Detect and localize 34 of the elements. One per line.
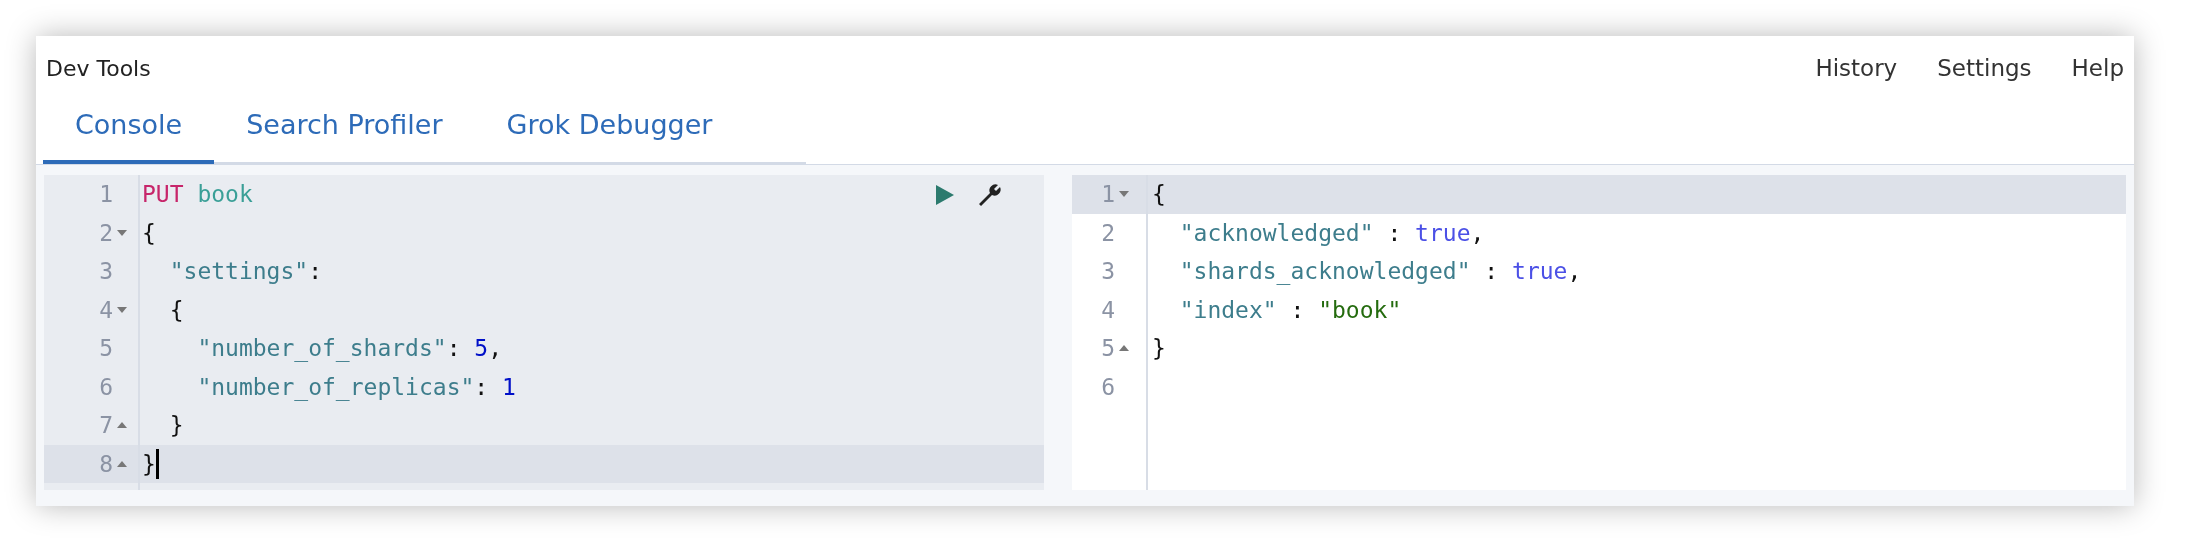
line-number: 3 (1101, 258, 1115, 285)
line-number: 3 (99, 258, 113, 285)
line-number: 1 (99, 181, 113, 208)
line-number: 2 (1101, 219, 1115, 246)
code-line: "number_of_shards": 5, (196, 335, 503, 362)
code-line: "index" : "book" (1178, 296, 1402, 323)
code-line: PUT book (141, 181, 253, 208)
line-number: 6 (99, 373, 113, 400)
line-number: 6 (1101, 373, 1115, 400)
request-editor[interactable]: 1 PUT book 2 { 3 "settings": 4 { 5 "number_of_shards": 5, 6 "number_of_replicas": 1 7 } 8 } (44, 175, 1044, 490)
header-link[interactable]: History (1815, 55, 1898, 81)
line-number: 5 (1101, 335, 1115, 362)
code-line: { (1151, 181, 1166, 208)
code-line: "settings": (168, 258, 323, 285)
code-line: "number_of_replicas": 1 (196, 373, 516, 400)
code-line: } (141, 450, 156, 477)
code-line: "shards_acknowledged" : true, (1178, 258, 1582, 285)
line-number: 2 (99, 219, 113, 246)
line-number: 1 (1101, 181, 1115, 208)
tab[interactable]: Search Profiler (214, 88, 475, 164)
code-line: "acknowledged" : true, (1178, 219, 1485, 246)
line-number: 5 (99, 335, 113, 362)
code-line: { (141, 219, 156, 246)
line-number: 8 (99, 450, 113, 477)
header-link[interactable]: Settings (1937, 55, 2032, 81)
window-title: Dev Tools (46, 55, 151, 81)
tab[interactable]: Grok Debugger (474, 88, 745, 164)
line-number: 4 (99, 296, 113, 323)
code-line: } (1151, 335, 1166, 362)
code-line: { (168, 296, 184, 323)
code-line: } (168, 412, 184, 439)
line-number: 7 (99, 412, 113, 439)
line-number: 4 (1101, 296, 1115, 323)
header-link[interactable]: Help (2071, 55, 2124, 81)
